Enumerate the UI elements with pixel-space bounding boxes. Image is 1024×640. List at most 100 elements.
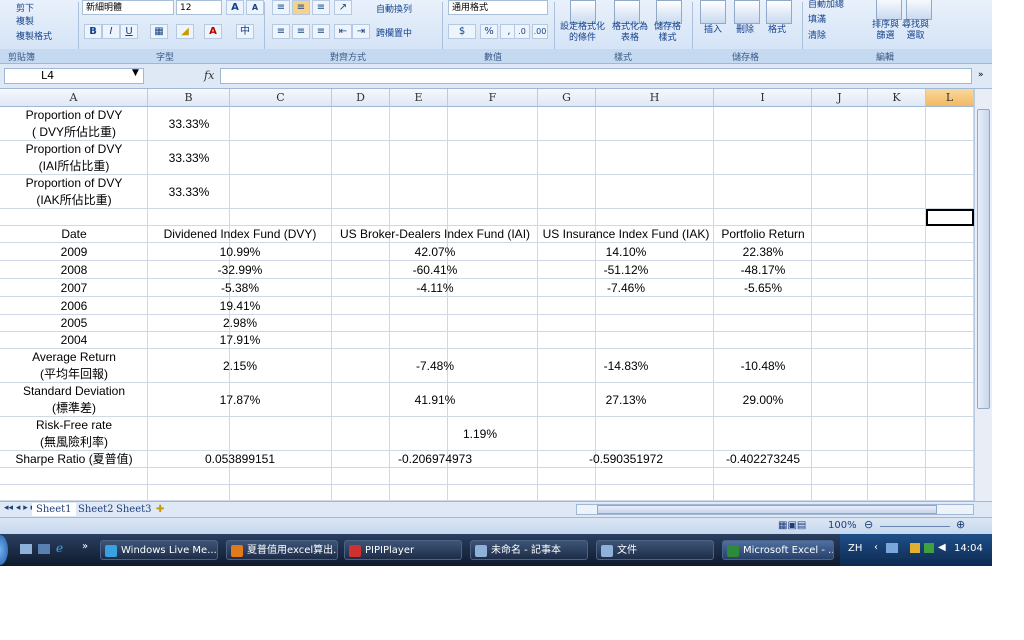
delete-cells-icon[interactable]: [734, 0, 760, 24]
grid-cell[interactable]: [596, 175, 714, 209]
iai-return[interactable]: -4.11%: [332, 279, 538, 297]
tray-expand-icon[interactable]: ‹: [874, 542, 878, 553]
wrap-text-button[interactable]: 自動換列: [376, 2, 412, 15]
decrease-decimal-button[interactable]: .00: [532, 24, 548, 39]
fill-color-button[interactable]: ◢: [176, 24, 194, 39]
std-iai[interactable]: 41.91%: [332, 383, 538, 417]
cell-styles-icon[interactable]: [656, 0, 682, 24]
std-dvy[interactable]: 17.87%: [148, 383, 332, 417]
iak-return[interactable]: 14.10%: [538, 243, 714, 261]
align-top-button[interactable]: ≡: [272, 0, 290, 15]
grid-cell[interactable]: [926, 279, 974, 297]
grid-cell[interactable]: [448, 468, 538, 485]
iai-return[interactable]: -60.41%: [332, 261, 538, 279]
grid-cell[interactable]: [390, 485, 448, 501]
grid-cell[interactable]: [230, 209, 332, 226]
year-cell[interactable]: 2004: [0, 332, 148, 349]
column-header-f[interactable]: F: [448, 89, 538, 107]
horizontal-scrollbar[interactable]: [576, 504, 974, 515]
grid-cell[interactable]: [0, 209, 148, 226]
grid-cell[interactable]: [538, 209, 596, 226]
average-dvy[interactable]: 2.15%: [148, 349, 332, 383]
grid-cell[interactable]: [148, 209, 230, 226]
format-cells-button[interactable]: 格式: [768, 22, 786, 35]
column-header-l[interactable]: L: [926, 89, 974, 107]
grid-cell[interactable]: [332, 468, 390, 485]
iak-return[interactable]: [538, 315, 714, 332]
expand-formula-bar-icon[interactable]: »: [978, 70, 984, 80]
volume-icon[interactable]: ◀: [938, 542, 946, 553]
sort-filter-button[interactable]: 排序與 篩選: [872, 20, 899, 42]
grid-cell[interactable]: [390, 468, 448, 485]
grid-cell[interactable]: [390, 141, 448, 175]
header-date[interactable]: Date: [0, 226, 148, 243]
year-cell[interactable]: 2007: [0, 279, 148, 297]
risk-free-value[interactable]: 1.19%: [148, 417, 812, 451]
grid-cell[interactable]: [714, 141, 812, 175]
language-indicator[interactable]: ZH: [848, 543, 862, 554]
taskbar-item[interactable]: PIPIPlayer: [344, 540, 462, 560]
align-middle-button[interactable]: ≡: [292, 0, 310, 15]
grid-cell[interactable]: [332, 175, 390, 209]
formula-input[interactable]: [220, 68, 972, 84]
header-iai[interactable]: US Broker-Dealers Index Fund (IAI): [332, 226, 538, 243]
grid-cell[interactable]: [812, 297, 868, 315]
grid-cell[interactable]: [538, 485, 596, 501]
portfolio-return[interactable]: 22.38%: [714, 243, 812, 261]
grid-cell[interactable]: [538, 175, 596, 209]
security-icon[interactable]: [924, 543, 934, 553]
align-center-button[interactable]: ≡: [292, 24, 310, 39]
font-color-button[interactable]: A: [204, 24, 222, 39]
insert-sheet-icon[interactable]: ✚: [156, 503, 164, 516]
grid-cell[interactable]: [230, 175, 332, 209]
proportion-label[interactable]: Proportion of DVY (IAK所佔比重): [0, 175, 148, 209]
proportion-value[interactable]: 33.33%: [148, 107, 230, 141]
grid-cell[interactable]: [926, 107, 974, 141]
grid-cell[interactable]: [714, 175, 812, 209]
zoom-out-icon[interactable]: ⊖: [864, 518, 873, 531]
column-header-a[interactable]: A: [0, 89, 148, 107]
cell-styles-label[interactable]: 儲存格 樣式: [654, 22, 681, 44]
grid-cell[interactable]: [868, 332, 926, 349]
grid-cell[interactable]: [596, 468, 714, 485]
iak-return[interactable]: [538, 332, 714, 349]
phonetic-button[interactable]: 中: [236, 24, 254, 39]
grid-cell[interactable]: [332, 209, 390, 226]
portfolio-return[interactable]: -5.65%: [714, 279, 812, 297]
grid-cell[interactable]: [812, 261, 868, 279]
grid-cell[interactable]: [868, 279, 926, 297]
orientation-button[interactable]: ↗: [334, 0, 352, 15]
sharpe-iak[interactable]: -0.590351972: [538, 451, 714, 468]
name-box-dropdown-icon[interactable]: ▼: [132, 68, 139, 78]
conditional-format-label[interactable]: 設定格式化 的條件: [560, 22, 605, 44]
grid-cell[interactable]: [812, 107, 868, 141]
taskbar-item[interactable]: 文件: [596, 540, 714, 560]
find-select-icon[interactable]: [906, 0, 932, 20]
network-icon[interactable]: [910, 543, 920, 553]
grid-cell[interactable]: [868, 261, 926, 279]
column-header-h[interactable]: H: [596, 89, 714, 107]
portfolio-return[interactable]: -48.17%: [714, 261, 812, 279]
dvy-return[interactable]: 10.99%: [148, 243, 332, 261]
grid-cell[interactable]: [868, 226, 926, 243]
iai-return[interactable]: [332, 315, 538, 332]
iak-return[interactable]: -7.46%: [538, 279, 714, 297]
column-header-e[interactable]: E: [390, 89, 448, 107]
copy-button[interactable]: 複製: [16, 14, 34, 27]
zoom-level[interactable]: 100%: [828, 520, 857, 531]
grid-cell[interactable]: [448, 209, 538, 226]
column-header-g[interactable]: G: [538, 89, 596, 107]
portfolio-return[interactable]: [714, 297, 812, 315]
delete-cells-button[interactable]: 刪除: [736, 22, 754, 35]
grid-cell[interactable]: [230, 468, 332, 485]
grid-cell[interactable]: [926, 451, 974, 468]
underline-button[interactable]: U: [120, 24, 138, 39]
grid-cell[interactable]: [926, 297, 974, 315]
year-cell[interactable]: 2009: [0, 243, 148, 261]
tab-sheet3[interactable]: Sheet3: [116, 503, 152, 516]
taskbar-item[interactable]: Microsoft Excel - ...: [722, 540, 834, 560]
grid-cell[interactable]: [868, 107, 926, 141]
grid-cell[interactable]: [812, 315, 868, 332]
grid-cell[interactable]: [868, 451, 926, 468]
fill-button[interactable]: 填滿: [808, 12, 826, 25]
